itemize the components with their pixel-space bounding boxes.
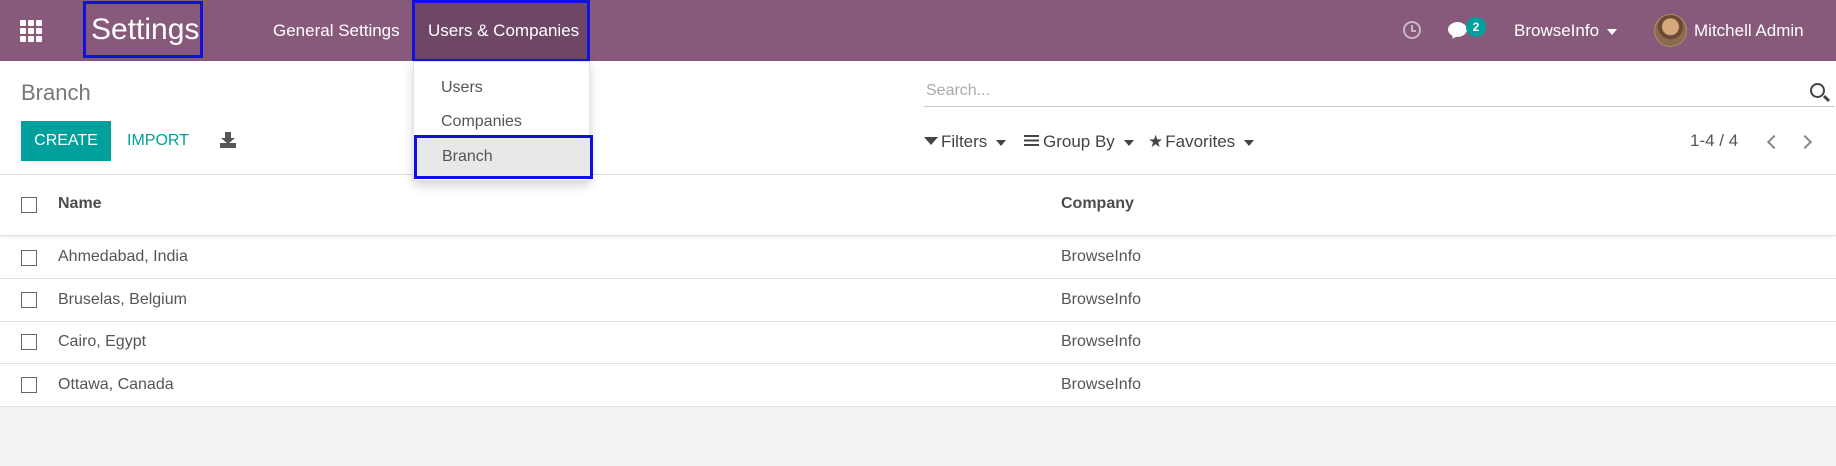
cell-name: Ahmedabad, India [58, 248, 188, 265]
group-by-label: Group By [1043, 132, 1115, 151]
chevron-down-icon [996, 139, 1007, 146]
dropdown-item-users[interactable]: Users [414, 71, 591, 105]
dropdown-item-companies[interactable]: Companies [414, 105, 591, 139]
list-view: Name Company Ahmedabad, India BrowseInfo… [0, 175, 1836, 407]
filter-icon [924, 136, 938, 145]
app-title[interactable]: Settings [83, 1, 203, 58]
control-panel: Branch CREATE IMPORT Filters Group By ★F… [0, 61, 1836, 175]
company-switcher-label: BrowseInfo [1514, 21, 1600, 40]
breadcrumb: Branch [21, 80, 91, 105]
table-row[interactable]: Ahmedabad, India BrowseInfo [0, 236, 1836, 279]
row-checkbox[interactable] [21, 377, 37, 393]
table-row[interactable]: Ottawa, Canada BrowseInfo [0, 364, 1836, 407]
cell-company: BrowseInfo [1061, 291, 1142, 308]
cell-name: Bruselas, Belgium [58, 291, 187, 308]
list-icon [1024, 135, 1039, 147]
row-checkbox[interactable] [21, 334, 37, 350]
company-switcher[interactable]: BrowseInfo [1514, 0, 1618, 61]
cell-name: Ottawa, Canada [58, 376, 174, 393]
cell-company: BrowseInfo [1061, 376, 1142, 393]
row-checkbox[interactable] [21, 250, 37, 266]
favorites-button[interactable]: ★ Favorites [1148, 131, 1255, 153]
pager-value[interactable]: 1-4 / 4 [1690, 131, 1738, 151]
user-menu[interactable]: Mitchell Admin [1694, 0, 1804, 61]
table-row[interactable]: Cairo, Egypt BrowseInfo [0, 322, 1836, 364]
row-checkbox[interactable] [21, 292, 37, 308]
filters-button[interactable]: Filters [924, 131, 1007, 153]
chevron-right-icon[interactable] [1800, 135, 1812, 147]
avatar[interactable] [1654, 14, 1687, 47]
create-button[interactable]: CREATE [21, 121, 111, 161]
users-companies-dropdown: Users Companies Branch [413, 61, 593, 181]
content-background [0, 407, 1836, 466]
table-header: Name Company [0, 175, 1836, 236]
filters-label: Filters [941, 132, 988, 151]
chat-icon[interactable] [1448, 22, 1467, 37]
cell-company: BrowseInfo [1061, 333, 1142, 350]
cell-name: Cairo, Egypt [58, 333, 147, 350]
top-navbar: Settings General Settings Users & Compan… [0, 0, 1836, 62]
search-box [924, 77, 1835, 107]
chevron-down-icon [1607, 28, 1618, 35]
chevron-down-icon [1244, 139, 1255, 146]
clock-icon[interactable] [1403, 21, 1421, 39]
menu-general-settings[interactable]: General Settings [273, 0, 400, 61]
download-icon[interactable] [220, 132, 236, 148]
select-all-checkbox[interactable] [21, 197, 37, 213]
column-header-name[interactable]: Name [58, 195, 102, 213]
cell-company: BrowseInfo [1061, 248, 1142, 265]
favorites-label: Favorites [1165, 132, 1236, 151]
chevron-down-icon [1123, 139, 1134, 146]
table-row[interactable]: Bruselas, Belgium BrowseInfo [0, 279, 1836, 322]
dropdown-item-branch[interactable]: Branch [414, 135, 593, 179]
apps-menu-icon[interactable] [20, 20, 44, 42]
search-icon[interactable] [1810, 83, 1825, 98]
search-input[interactable] [924, 77, 1804, 105]
star-icon: ★ [1148, 132, 1164, 151]
group-by-button[interactable]: Group By [1024, 131, 1134, 153]
import-button[interactable]: IMPORT [127, 121, 189, 161]
chevron-left-icon[interactable] [1766, 135, 1778, 147]
messages-count-badge: 2 [1466, 17, 1486, 37]
menu-users-companies[interactable]: Users & Companies [412, 0, 590, 62]
column-header-company[interactable]: Company [1061, 195, 1134, 213]
